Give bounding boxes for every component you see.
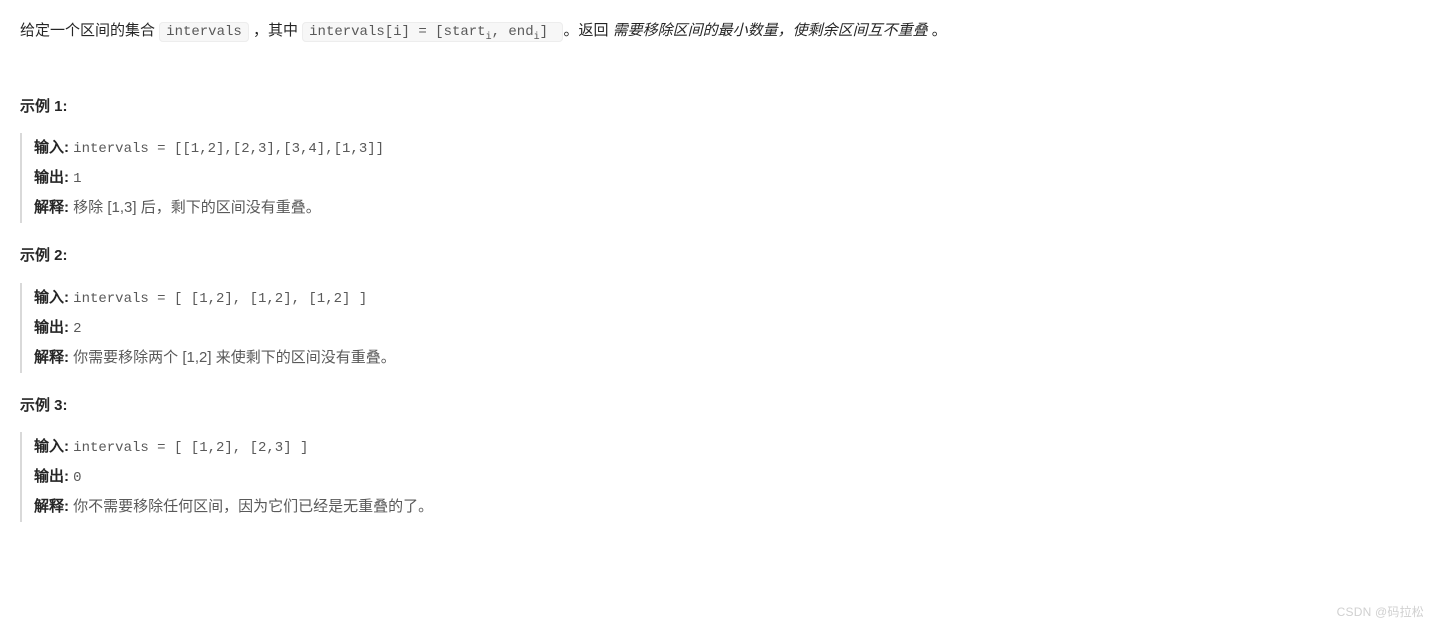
explain-label: 解释: bbox=[34, 349, 69, 366]
desc-text-prefix: 给定一个区间的集合 bbox=[20, 22, 159, 39]
example-1-block: 输入: intervals = [[1,2],[2,3],[3,4],[1,3]… bbox=[20, 133, 1418, 223]
example-2-input-row: 输入: intervals = [ [1,2], [1,2], [1,2] ] bbox=[34, 283, 1418, 313]
example-2-output-value: 2 bbox=[73, 321, 81, 337]
example-3-heading: 示例 3: bbox=[20, 393, 1418, 419]
example-3-input-value: intervals = [ [1,2], [2,3] ] bbox=[73, 440, 308, 456]
desc-text-middle2: 。返回 bbox=[563, 22, 612, 39]
example-2-explain-value: 你需要移除两个 [1,2] 来使剩下的区间没有重叠。 bbox=[73, 349, 396, 366]
example-2-block: 输入: intervals = [ [1,2], [1,2], [1,2] ] … bbox=[20, 283, 1418, 373]
input-label: 输入: bbox=[34, 139, 69, 156]
example-1-heading: 示例 1: bbox=[20, 94, 1418, 120]
explain-label: 解释: bbox=[34, 498, 69, 515]
input-label: 输入: bbox=[34, 289, 69, 306]
problem-description: 给定一个区间的集合 intervals ，其中 intervals[i] = [… bbox=[20, 18, 1418, 46]
code-intervals-i: intervals[i] = [starti, endi] bbox=[302, 22, 563, 42]
code-intervals: intervals bbox=[159, 22, 249, 42]
example-3-output-row: 输出: 0 bbox=[34, 462, 1418, 492]
output-label: 输出: bbox=[34, 169, 69, 186]
example-1-output-value: 1 bbox=[73, 171, 81, 187]
example-2-output-row: 输出: 2 bbox=[34, 313, 1418, 343]
example-1-input-row: 输入: intervals = [[1,2],[2,3],[3,4],[1,3]… bbox=[34, 133, 1418, 163]
example-1-explain-value: 移除 [1,3] 后，剩下的区间没有重叠。 bbox=[73, 199, 321, 216]
output-label: 输出: bbox=[34, 319, 69, 336]
example-3-input-row: 输入: intervals = [ [1,2], [2,3] ] bbox=[34, 432, 1418, 462]
example-2-heading: 示例 2: bbox=[20, 243, 1418, 269]
example-1-explain-row: 解释: 移除 [1,3] 后，剩下的区间没有重叠。 bbox=[34, 193, 1418, 223]
example-1-input-value: intervals = [[1,2],[2,3],[3,4],[1,3]] bbox=[73, 141, 384, 157]
example-1-output-row: 输出: 1 bbox=[34, 163, 1418, 193]
example-3-explain-row: 解释: 你不需要移除任何区间，因为它们已经是无重叠的了。 bbox=[34, 492, 1418, 522]
input-label: 输入: bbox=[34, 438, 69, 455]
desc-text-middle1: ，其中 bbox=[253, 22, 302, 39]
example-2-input-value: intervals = [ [1,2], [1,2], [1,2] ] bbox=[73, 291, 367, 307]
example-3-explain-value: 你不需要移除任何区间，因为它们已经是无重叠的了。 bbox=[73, 498, 433, 515]
desc-italic-goal: 需要移除区间的最小数量，使剩余区间互不重叠 bbox=[613, 22, 928, 39]
example-3-output-value: 0 bbox=[73, 470, 81, 486]
watermark-text: CSDN @码拉松 bbox=[1337, 602, 1424, 622]
desc-text-tail: 。 bbox=[932, 22, 947, 39]
example-2-explain-row: 解释: 你需要移除两个 [1,2] 来使剩下的区间没有重叠。 bbox=[34, 343, 1418, 373]
example-3-block: 输入: intervals = [ [1,2], [2,3] ] 输出: 0 解… bbox=[20, 432, 1418, 522]
explain-label: 解释: bbox=[34, 199, 69, 216]
output-label: 输出: bbox=[34, 468, 69, 485]
